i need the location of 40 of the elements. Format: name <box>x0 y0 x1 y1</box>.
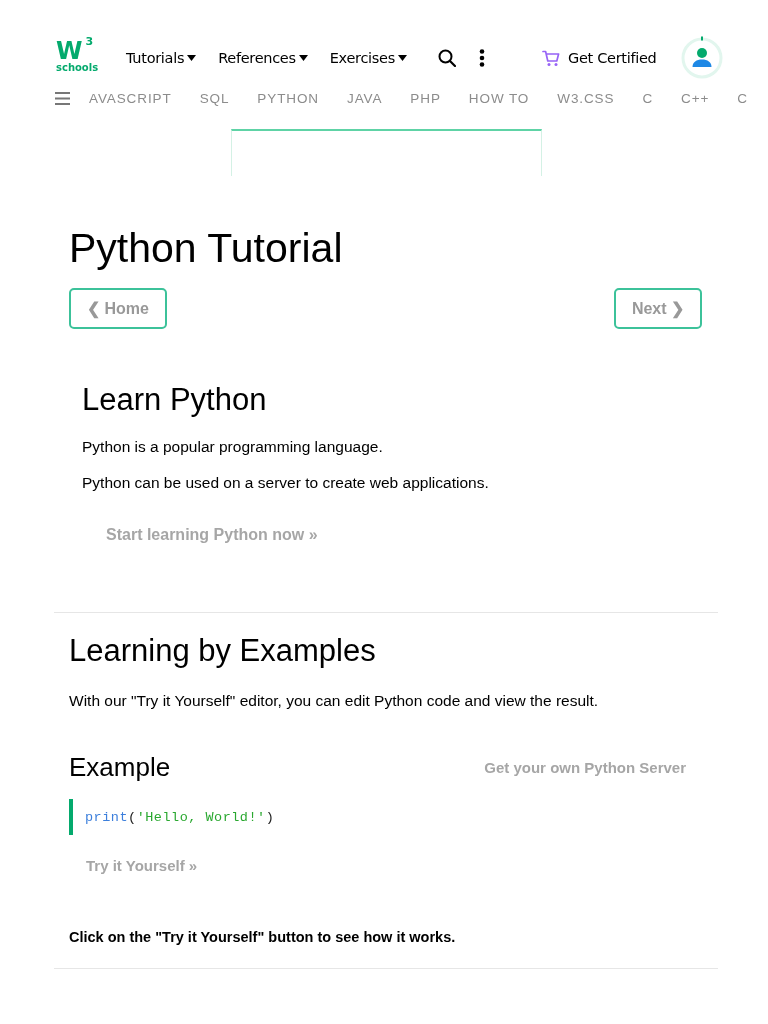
menu-icon <box>55 91 70 105</box>
caret-down-icon <box>298 55 308 61</box>
page-title: Python Tutorial <box>69 224 343 273</box>
topic-tab[interactable]: C <box>723 90 762 106</box>
search-icon <box>437 49 456 67</box>
start-learning-button[interactable]: Start learning Python now » <box>82 515 342 555</box>
note-text: Click on the "Try it Yourself" button to see how it works. <box>69 928 456 947</box>
topic-tab[interactable]: C <box>628 90 668 106</box>
menu-dropdown-button[interactable]: Exercises <box>329 44 407 72</box>
try-it-yourself-button[interactable]: Try it Yourself » <box>69 847 215 883</box>
next-button[interactable]: Next ❯ <box>613 288 702 329</box>
caret-down-icon <box>187 55 197 61</box>
example-heading: Example <box>69 751 171 783</box>
menu-button[interactable] <box>55 91 70 105</box>
topic-tab[interactable]: AVASCRIPT <box>89 90 172 106</box>
python-server-button[interactable]: Get your own Python Server <box>468 751 702 783</box>
search-button[interactable] <box>436 48 457 68</box>
get-certified-link[interactable]: Get Certified <box>541 49 657 67</box>
topic-tab[interactable]: HOW TO <box>454 90 544 106</box>
menu-dropdown-button[interactable]: Tutorials <box>126 44 197 72</box>
home-button[interactable]: ❮ Home <box>69 288 167 329</box>
more-button[interactable] <box>478 48 485 68</box>
topic-tab[interactable]: C++ <box>667 90 724 106</box>
paragraph: Python can be used on a server to create web applications. <box>82 473 489 493</box>
section-heading: Learn Python <box>82 381 267 419</box>
user-account-button[interactable] <box>680 36 725 80</box>
topic-tab[interactable]: W3.CSS <box>543 90 629 106</box>
menu-dropdown-button[interactable]: References <box>218 44 308 72</box>
more-vertical-icon <box>478 49 485 67</box>
paragraph: With our "Try it Yourself" editor, you can edit Python code and view the result. <box>69 691 599 711</box>
cart-icon <box>541 49 560 67</box>
topic-tab[interactable]: JAVA <box>333 90 397 106</box>
section-heading: Learning by Examples <box>69 632 376 670</box>
user-avatar-icon <box>680 36 725 80</box>
paragraph: Python is a popular programming language. <box>82 437 383 457</box>
caret-down-icon <box>397 55 407 61</box>
topic-tab[interactable]: SQL <box>185 90 244 106</box>
code-line: print('Hello, World!') <box>85 809 275 825</box>
topic-tab[interactable]: PHP <box>396 90 455 106</box>
topic-tab[interactable]: PYTHON <box>243 90 333 106</box>
